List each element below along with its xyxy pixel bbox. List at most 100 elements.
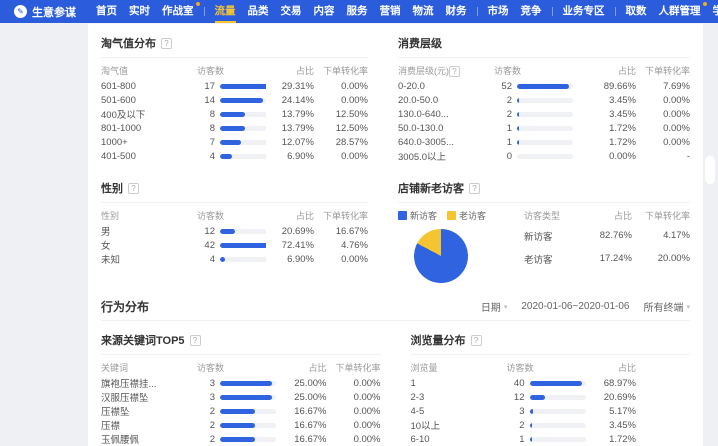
column-header: 关键词	[101, 361, 197, 374]
nav-item-competition[interactable]: 竞争	[515, 0, 548, 23]
date-range-display[interactable]: 2020-01-06~2020-01-06	[518, 23, 626, 24]
ratio-cell: 3.45%	[588, 95, 636, 106]
row-label: 0-20.0	[398, 81, 494, 92]
visitor-count: 4	[197, 151, 215, 162]
bar-fill	[530, 395, 546, 400]
table-row: 新访客 48 82.76% 4.17%	[524, 224, 690, 247]
section-title: 行为分布	[101, 298, 149, 315]
bar-fill	[220, 257, 225, 262]
brand[interactable]: ✎ 生意参谋	[14, 4, 76, 20]
visitor-count: 1	[494, 123, 512, 134]
block-title: 消费层级	[398, 35, 442, 51]
block-title: 店铺新老访客	[398, 180, 464, 196]
bar-track	[220, 84, 266, 89]
table-row: 压襟216.67%0.00%	[101, 418, 381, 432]
bar-fill	[517, 84, 569, 89]
column-header: 占比	[279, 361, 327, 374]
help-icon[interactable]: ?	[471, 335, 482, 346]
nav-item-finance[interactable]: 财务	[440, 0, 473, 23]
column-header: 访客类型	[524, 209, 580, 222]
help-icon[interactable]: ?	[469, 183, 480, 194]
section-title: 特征分布	[102, 23, 150, 24]
visitor-count: 1	[507, 434, 525, 445]
row-label: 130.0-640...	[398, 109, 494, 120]
visitor-count-cell: 2	[494, 109, 588, 120]
terminal-select-value: 所有终端	[642, 23, 682, 24]
terminal-select[interactable]: 所有终端 ▾	[642, 23, 689, 24]
chevron-down-icon: ▾	[686, 303, 690, 311]
ratio-cell: 3.45%	[588, 420, 636, 431]
table-header-row: 访客类型 访客数 占比 下单转化率	[524, 206, 690, 224]
visitor-count-cell: 3	[507, 406, 589, 417]
nav-item-marketing[interactable]: 营销	[374, 0, 407, 23]
ratio-cell: 6.90%	[266, 254, 314, 265]
conversion-cell: 0.00%	[327, 378, 381, 389]
visitor-count-cell: 12	[507, 392, 589, 403]
nav-item-war-room[interactable]: 作战室	[156, 0, 200, 23]
nav-item-trade[interactable]: 交易	[275, 0, 308, 23]
conversion-cell: 0.00%	[636, 95, 690, 106]
scrollbar-thumb[interactable]	[705, 156, 715, 184]
ratio-cell: 16.67%	[279, 434, 327, 445]
visitor-count: 2	[507, 420, 525, 431]
conversion-cell: 7.69%	[636, 81, 690, 92]
scrollbar-track[interactable]	[703, 23, 718, 422]
visitor-count-cell: 2	[494, 95, 588, 106]
legend-old-visitors[interactable]: 老访客	[447, 209, 486, 222]
date-range-picker[interactable]: 2020-01-06~2020-01-06	[521, 301, 629, 312]
nav-item-service[interactable]: 服务	[341, 0, 374, 23]
help-icon[interactable]: ?	[190, 335, 201, 346]
conversion-cell: 0.00%	[636, 137, 690, 148]
conversion-cell: 0.00%	[636, 123, 690, 134]
date-type-select[interactable]: 日期 ▾	[481, 299, 508, 314]
nav-item-logistics[interactable]: 物流	[407, 0, 440, 23]
ratio-cell: 1.72%	[588, 434, 636, 445]
conversion-cell: 20.00%	[632, 253, 690, 264]
nav-item-market[interactable]: 市场	[482, 0, 515, 23]
nav-item-traffic[interactable]: 流量	[209, 0, 242, 23]
legend-swatch-icon	[398, 211, 407, 220]
bar-track	[220, 154, 266, 159]
nav-divider	[204, 7, 205, 16]
bar-fill	[220, 423, 255, 428]
visitor-pie-chart[interactable]	[414, 229, 468, 283]
table-header-row: 浏览量访客数占比	[411, 358, 637, 376]
legend-new-visitors[interactable]: 新访客	[398, 209, 437, 222]
bar-track	[220, 98, 266, 103]
nav-divider	[552, 7, 553, 16]
legend-label: 新访客	[410, 209, 437, 222]
help-icon[interactable]: ?	[128, 183, 139, 194]
ratio-cell: 20.69%	[266, 226, 314, 237]
nav-item-biz-zone[interactable]: 业务专区	[557, 0, 611, 23]
nav-item-data-fetch[interactable]: 取数	[620, 0, 653, 23]
visitor-count: 3	[507, 406, 525, 417]
help-icon[interactable]: ?	[161, 38, 172, 49]
visitor-count-cell: 14	[197, 95, 266, 106]
bar-track	[517, 98, 573, 103]
visitor-count-cell: 2	[507, 420, 589, 431]
page-body: 特征分布 2020-01-06~2020-01-06 所有终端 ▾ 淘气值分布	[0, 23, 718, 422]
bar-track	[220, 437, 276, 442]
visitor-count-cell: 1	[494, 137, 588, 148]
visitor-count: 2	[494, 95, 512, 106]
bar-track	[530, 409, 586, 414]
nav-item-category[interactable]: 品类	[242, 0, 275, 23]
taoqi-value-section: 淘气值分布 ? 淘气值访客数占比下单转化率601-8001729.31%0.00…	[101, 32, 368, 163]
source-keywords-section: 来源关键词TOP5 ? 关键词访客数占比下单转化率旗袍压襟挂...325.00%…	[101, 329, 381, 446]
nav-item-content[interactable]: 内容	[308, 0, 341, 23]
nav-item-home[interactable]: 首页	[90, 0, 123, 23]
consume-table: 消费层级(元)?访客数占比下单转化率0-20.05289.66%7.69%20.…	[398, 61, 690, 163]
nav-item-academy[interactable]: 学院	[707, 0, 718, 23]
pageviews-table: 浏览量访客数占比14068.97%2-31220.69%4-535.17%10以…	[411, 358, 691, 446]
conversion-cell: 0.00%	[327, 392, 381, 403]
nav-item-realtime[interactable]: 实时	[123, 0, 156, 23]
terminal-select-behavior[interactable]: 所有终端 ▾	[643, 299, 690, 314]
gender-table: 性别访客数占比下单转化率男1220.69%16.67%女4272.41%4.76…	[101, 206, 368, 266]
ratio-cell: 12.07%	[266, 137, 314, 148]
help-icon[interactable]: ?	[449, 66, 460, 77]
nav-item-audience[interactable]: 人群管理	[653, 0, 707, 23]
row-label: 6-10	[411, 434, 507, 445]
visitor-count-cell: 42	[197, 240, 266, 251]
conversion-cell: 12.50%	[314, 123, 368, 134]
bar-track	[220, 126, 266, 131]
